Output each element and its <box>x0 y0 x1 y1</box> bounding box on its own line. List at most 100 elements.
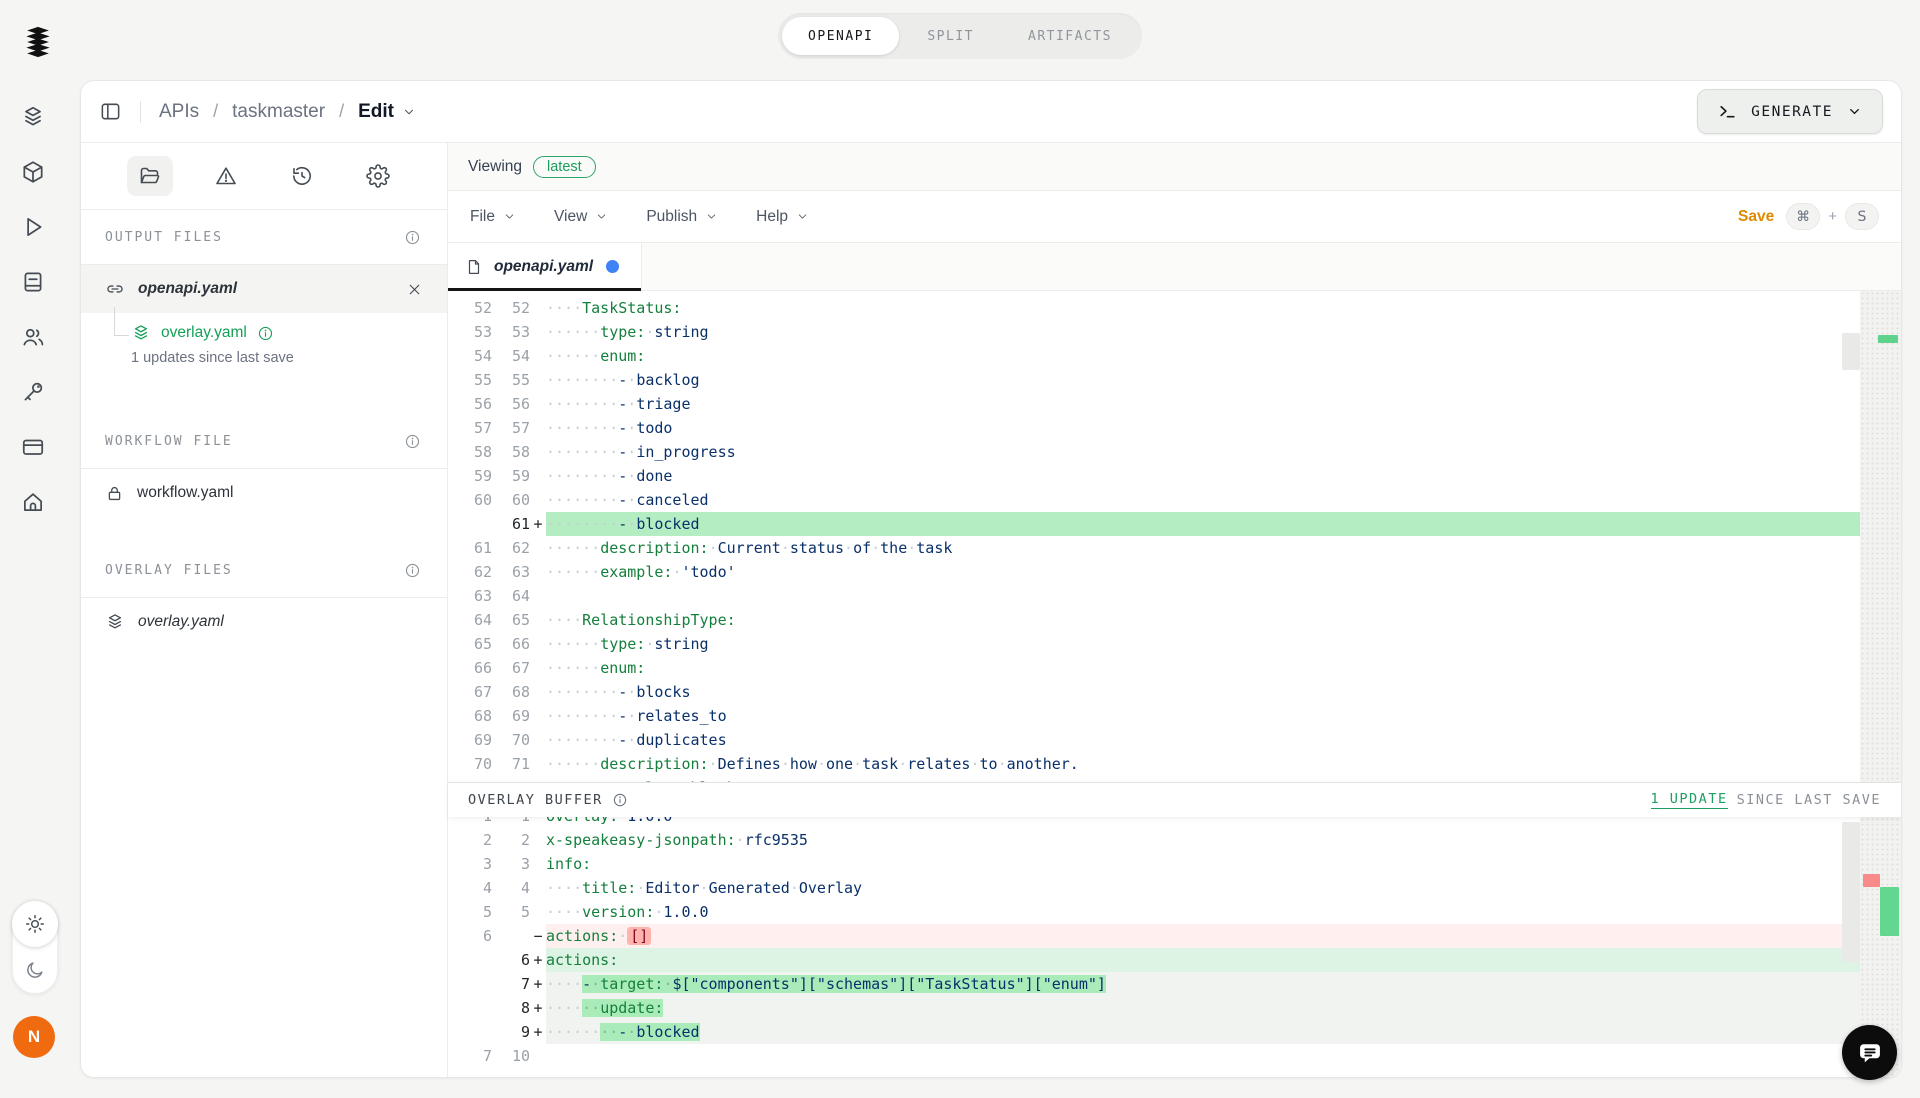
chevron-down-icon <box>402 105 416 119</box>
tab-split[interactable]: SPLIT <box>901 17 1000 55</box>
file-row-linked-overlay[interactable]: overlay.yaml <box>131 323 423 343</box>
close-icon[interactable] <box>406 281 423 298</box>
breadcrumb-project[interactable]: taskmaster <box>232 101 325 123</box>
file-row-openapi[interactable]: openapi.yaml <box>81 265 447 313</box>
added-change-mark <box>1878 335 1898 343</box>
line-number-old: 55 <box>448 368 492 392</box>
dark-mode-button[interactable] <box>12 947 58 993</box>
line-number-old: 70 <box>448 752 492 776</box>
diff-marker <box>530 416 546 440</box>
info-icon[interactable] <box>404 229 421 246</box>
user-avatar[interactable]: N <box>13 1016 55 1058</box>
save-button[interactable]: Save <box>1738 208 1774 226</box>
line-number-new: 10 <box>492 1044 530 1068</box>
code-text: ····title:·Editor·Generated·Overlay <box>546 876 1901 900</box>
code-text: actions: <box>546 948 1901 972</box>
tab-artifacts[interactable]: ARTIFACTS <box>1002 17 1138 55</box>
menu-view[interactable]: View <box>554 208 608 226</box>
speakeasy-logo-icon[interactable] <box>18 22 58 64</box>
output-files-header: OUTPUT FILES <box>81 210 447 265</box>
whitespace-dots: ······ <box>546 1023 600 1041</box>
editor-scrollbar[interactable] <box>1842 333 1860 370</box>
tab-openapi[interactable]: OPENAPI <box>782 17 899 55</box>
openapi-code-editor[interactable]: 5252····TaskStatus:5353······type:·strin… <box>448 291 1901 782</box>
breadcrumb-edit-dropdown[interactable]: Edit <box>358 101 416 123</box>
diff-marker <box>530 320 546 344</box>
whitespace-dots: ········ <box>546 491 618 509</box>
diff-marker: − <box>530 924 546 948</box>
whitespace-dots: · <box>817 755 826 773</box>
file-name: openapi.yaml <box>138 280 237 298</box>
layers-icon[interactable] <box>20 104 46 130</box>
code-text: ········-·canceled <box>546 488 1901 512</box>
users-icon[interactable] <box>20 324 46 350</box>
unsaved-dot <box>606 260 619 273</box>
whitespace-dots: ········ <box>546 443 618 461</box>
tab-openapi-yaml[interactable]: openapi.yaml <box>448 243 642 290</box>
code-text: ········-·relates_to <box>546 704 1901 728</box>
code-token: - <box>618 419 627 437</box>
file-row-overlay[interactable]: overlay.yaml <box>81 598 447 646</box>
line-number-new: 54 <box>492 344 530 368</box>
whitespace-dots: ········ <box>546 467 618 485</box>
problems-tab[interactable] <box>203 156 249 196</box>
code-line: 8+······update: <box>448 996 1901 1020</box>
billing-card-icon[interactable] <box>20 434 46 460</box>
whitespace-dots: ······ <box>546 755 600 773</box>
info-icon[interactable] <box>404 562 421 579</box>
info-icon[interactable] <box>612 792 628 808</box>
code-token: to <box>980 755 998 773</box>
files-tab[interactable] <box>127 156 173 196</box>
menu-help[interactable]: Help <box>756 208 809 226</box>
line-number-old: 4 <box>448 876 492 900</box>
line-number-new: 7 <box>492 972 530 996</box>
info-icon[interactable] <box>404 433 421 450</box>
output-files-title: OUTPUT FILES <box>105 230 223 245</box>
version-badge[interactable]: latest <box>533 156 596 178</box>
line-number-old: 69 <box>448 728 492 752</box>
line-number-old: 7 <box>448 1044 492 1068</box>
code-line: 5353······type:·string <box>448 320 1901 344</box>
whitespace-dots: · <box>781 755 790 773</box>
light-mode-button[interactable] <box>12 901 58 947</box>
line-number-old: 61 <box>448 536 492 560</box>
line-number-old: 67 <box>448 680 492 704</box>
whitespace-dots: · <box>736 831 745 849</box>
line-number-new <box>492 924 530 948</box>
code-token: another. <box>1007 755 1079 773</box>
menu-file[interactable]: File <box>470 208 516 226</box>
divider <box>140 101 141 123</box>
code-text: ········-·triage <box>546 392 1901 416</box>
whitespace-dots: · <box>627 515 636 533</box>
sidebar-toggle-icon[interactable] <box>99 100 122 123</box>
code-text: ······type:·string <box>546 632 1901 656</box>
overlay-buffer-editor[interactable]: 11overlay:·1.0.022x-speakeasy-jsonpath:·… <box>448 817 1901 1077</box>
line-number-new: 4 <box>492 876 530 900</box>
breadcrumb-apis[interactable]: APIs <box>159 101 199 123</box>
whitespace-dots: · <box>790 879 799 897</box>
file-row-workflow[interactable]: workflow.yaml <box>81 469 447 517</box>
s-key-badge: S <box>1845 203 1879 230</box>
code-token: overlay: <box>546 817 618 825</box>
history-tab[interactable] <box>279 156 325 196</box>
run-icon[interactable] <box>20 214 46 240</box>
editor-scrollbar[interactable] <box>1842 822 1860 962</box>
menu-publish[interactable]: Publish <box>646 208 718 226</box>
api-key-icon[interactable] <box>20 379 46 405</box>
docs-icon[interactable] <box>20 269 46 295</box>
code-line: 11overlay:·1.0.0 <box>448 817 1901 828</box>
package-icon[interactable] <box>20 159 46 185</box>
generate-button[interactable]: GENERATE <box>1697 89 1883 134</box>
code-text: ········-·todo <box>546 416 1901 440</box>
chat-widget-button[interactable] <box>1842 1025 1897 1080</box>
code-token: one <box>826 755 853 773</box>
line-number-new: 55 <box>492 368 530 392</box>
settings-tab[interactable] <box>355 156 401 196</box>
line-number-new: 5 <box>492 900 530 924</box>
code-token: [] <box>627 927 651 945</box>
code-token: blocked <box>636 515 699 533</box>
info-icon[interactable] <box>257 325 274 342</box>
code-token: Editor <box>645 879 699 897</box>
update-count-link[interactable]: 1 UPDATE <box>1651 791 1728 809</box>
home-icon[interactable] <box>20 489 46 515</box>
